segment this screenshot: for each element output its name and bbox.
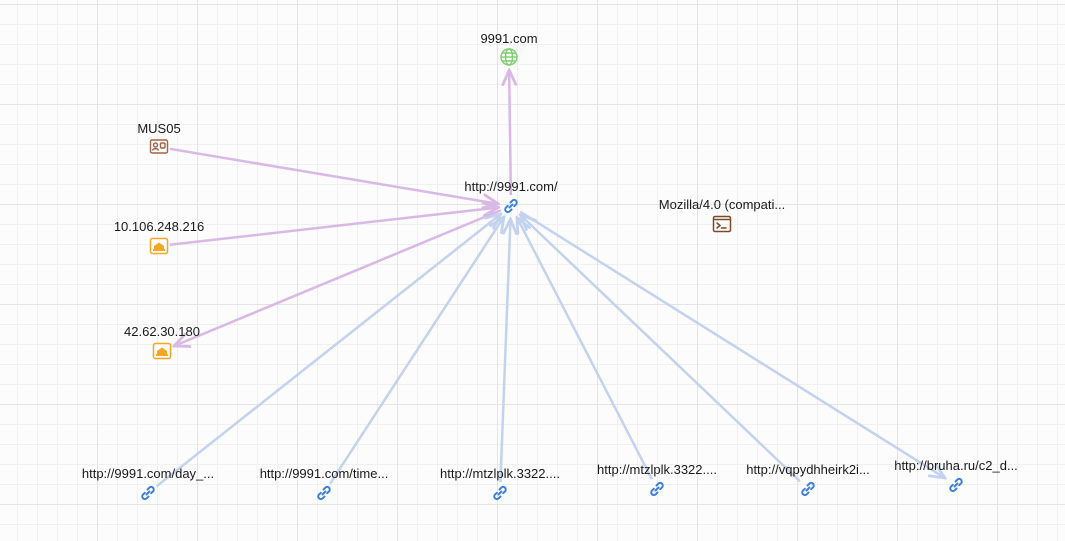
edge-ip1-to-url_main[interactable] xyxy=(169,207,498,247)
host-icon[interactable] xyxy=(152,341,172,361)
link-icon[interactable] xyxy=(490,483,510,503)
node-label: 42.62.30.180 xyxy=(124,324,200,339)
node-label: 9991.com xyxy=(480,31,538,46)
node-label: MUS05 xyxy=(137,121,181,136)
graph-canvas[interactable]: 9991.com MUS05 10.106.248.216 42.62.30.1… xyxy=(0,0,1065,541)
node-label: http://mtzlplk.3322.... xyxy=(440,466,560,481)
edge-user-to-url_main[interactable] xyxy=(169,147,498,204)
node-label: http://9991.com/day_... xyxy=(81,466,215,481)
globe-icon[interactable] xyxy=(499,47,519,67)
edge-url_main-to-domain[interactable] xyxy=(509,70,511,196)
node-label: http://mtzlplk.3322.... xyxy=(597,462,717,477)
link-icon[interactable] xyxy=(946,475,966,495)
user-card-icon[interactable] xyxy=(149,137,169,157)
edge-u5-to-url_main[interactable] xyxy=(520,215,801,483)
host-icon[interactable] xyxy=(149,236,169,256)
edge-u4-to-url_main[interactable] xyxy=(517,218,654,480)
node-label: Mozilla/4.0 (compati... xyxy=(658,197,786,212)
node-label: http://vqpydhheirk2i... xyxy=(746,462,870,477)
link-icon[interactable] xyxy=(138,483,158,503)
link-icon[interactable] xyxy=(501,196,521,216)
node-label: http://bruha.ru/c2_d... xyxy=(894,458,1018,473)
edge-u2-to-url_main[interactable] xyxy=(328,217,504,485)
edge-u1-to-url_main[interactable] xyxy=(155,214,501,488)
edge-u3-to-url_main[interactable] xyxy=(499,219,510,483)
link-icon[interactable] xyxy=(314,483,334,503)
terminal-icon[interactable] xyxy=(712,214,732,234)
node-label: http://9991.com/time... xyxy=(259,466,389,481)
node-label: 10.106.248.216 xyxy=(113,219,205,234)
edge-url_main-to-ip2[interactable] xyxy=(174,209,502,346)
link-icon[interactable] xyxy=(798,479,818,499)
link-icon[interactable] xyxy=(647,479,667,499)
node-label: http://9991.com/ xyxy=(464,179,558,194)
